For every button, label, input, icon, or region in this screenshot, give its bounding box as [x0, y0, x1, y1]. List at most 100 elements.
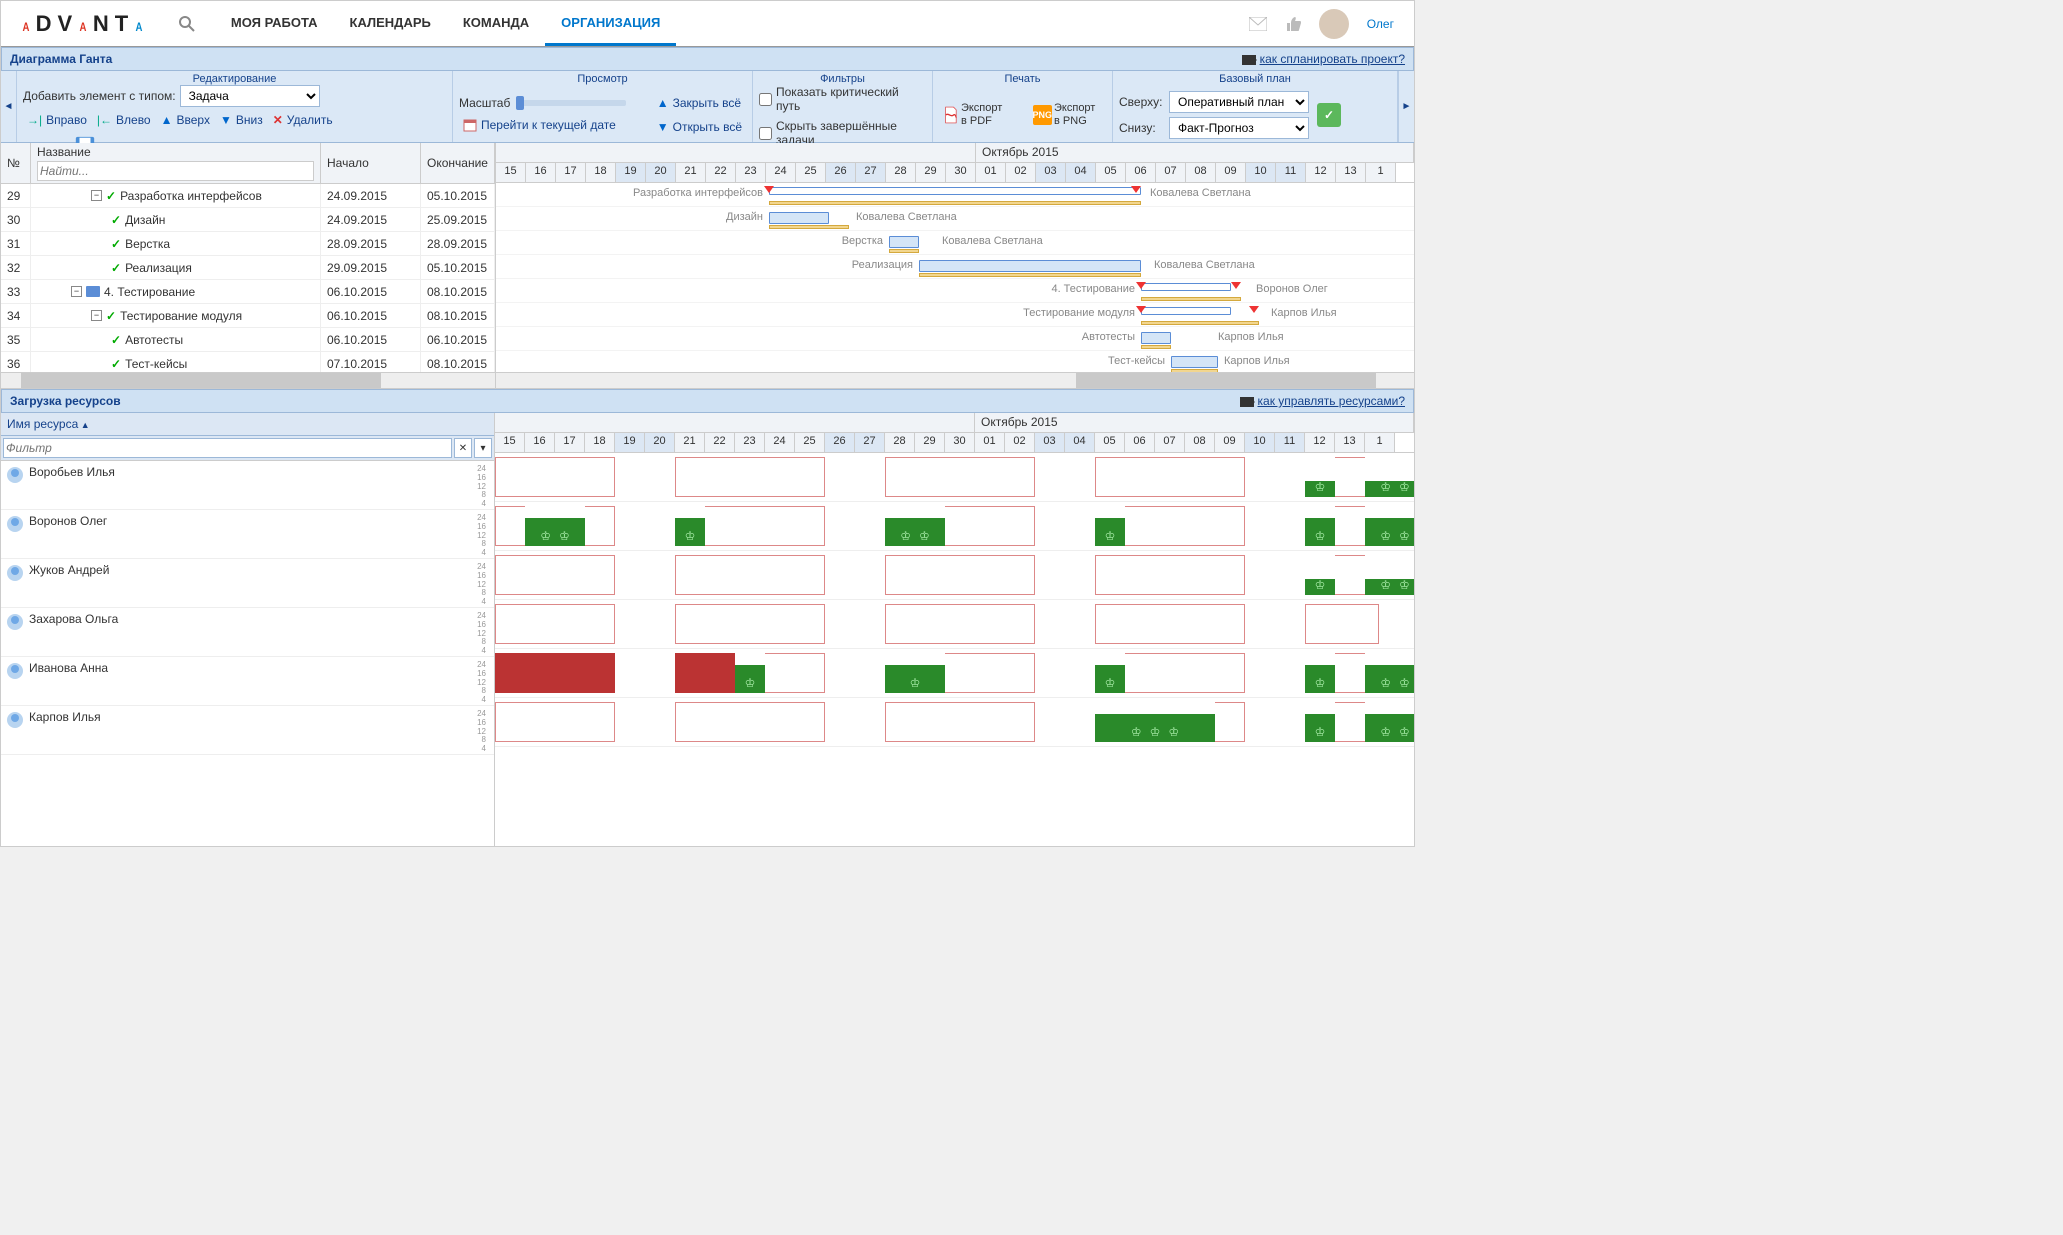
scale-slider[interactable] [516, 100, 626, 106]
export-pdf-button[interactable]: Экспорт в PDF [937, 99, 1016, 131]
main-nav: МОЯ РАБОТА КАЛЕНДАРЬ КОМАНДА ОРГАНИЗАЦИЯ [215, 1, 676, 46]
trophy-icon: ♔ [1305, 480, 1335, 494]
top-bar: ADVANTA МОЯ РАБОТА КАЛЕНДАРЬ КОМАНДА ОРГ… [1, 1, 1414, 47]
expand-all-button[interactable]: ▼Открыть всё [653, 118, 746, 136]
mail-icon[interactable] [1249, 17, 1267, 31]
search-icon[interactable] [179, 16, 195, 32]
gantt-bar[interactable] [769, 212, 829, 224]
collapse-all-button[interactable]: ▲Закрыть всё [653, 94, 746, 112]
resource-filter-input[interactable] [3, 438, 452, 458]
toggle-icon[interactable]: − [91, 190, 102, 201]
table-row[interactable]: 30✓Дизайн24.09.201525.09.2015 [1, 208, 495, 232]
resource-name-col[interactable]: Имя ресурса [1, 413, 494, 436]
username[interactable]: Олег [1367, 17, 1394, 31]
gantt-bar[interactable] [1141, 283, 1231, 291]
element-type-select[interactable]: Задача [180, 85, 320, 107]
video-icon [1242, 55, 1256, 65]
filter-dropdown-button[interactable]: ▾ [474, 438, 492, 458]
day-cell: 1 [1366, 163, 1396, 182]
baseline-top-select[interactable]: Оперативный план [1169, 91, 1309, 113]
gantt-bar[interactable] [889, 236, 919, 248]
baseline-apply-button[interactable]: ✓ [1317, 103, 1341, 127]
resource-row[interactable]: Карпов Илья24161284 [1, 706, 494, 755]
day-cell: 28 [886, 163, 916, 182]
day-cell: 17 [555, 433, 585, 452]
gantt-bar[interactable] [1171, 356, 1218, 368]
resource-load-bar: ♔ [885, 653, 945, 693]
resource-cell [675, 702, 825, 742]
resource-row[interactable]: Захарова Ольга24161284 [1, 608, 494, 657]
gantt-task-label: Верстка [496, 235, 883, 247]
gantt-bar[interactable] [1141, 307, 1231, 315]
critical-path-checkbox[interactable]: Показать критический путь [759, 85, 926, 113]
table-row[interactable]: 35✓Автотесты06.10.201506.10.2015 [1, 328, 495, 352]
delete-button[interactable]: ✕Удалить [269, 111, 337, 129]
resource-row[interactable]: Воробьев Илья24161284 [1, 461, 494, 510]
table-row[interactable]: 36✓Тест-кейсы07.10.201508.10.2015 [1, 352, 495, 372]
check-icon: ✓ [111, 333, 121, 347]
resource-load-bar: ♔ [1305, 653, 1335, 693]
move-down-button[interactable]: ▼Вниз [216, 111, 267, 129]
gantt-bar[interactable] [1141, 332, 1171, 344]
day-cell: 01 [975, 433, 1005, 452]
export-png-button[interactable]: PNG Экспорт в PNG [1027, 100, 1108, 128]
resource-load-bar: ♔ [1095, 653, 1125, 693]
trophy-icon: ♔ [1305, 676, 1335, 690]
like-icon[interactable] [1285, 16, 1301, 32]
indent-right-button[interactable]: →|Вправо [23, 111, 91, 129]
baseline-bottom-select[interactable]: Факт-Прогноз [1169, 117, 1309, 139]
nav-mywork[interactable]: МОЯ РАБОТА [215, 1, 334, 46]
trophy-icon: ♔ [675, 529, 705, 543]
gantt-assignee-label: Ковалева Светлана [856, 211, 957, 223]
resource-row[interactable]: Жуков Андрей24161284 [1, 559, 494, 608]
nav-calendar[interactable]: КАЛЕНДАРЬ [334, 1, 447, 46]
person-icon [7, 516, 23, 532]
day-cell: 07 [1156, 163, 1186, 182]
logo: ADVANTA [21, 11, 149, 37]
avatar[interactable] [1319, 9, 1349, 39]
indent-left-button[interactable]: |←Влево [93, 111, 155, 129]
day-cell: 12 [1305, 433, 1335, 452]
find-input[interactable] [37, 161, 314, 181]
ribbon-scroll-left[interactable]: ◄ [1, 71, 17, 142]
day-cell: 27 [855, 433, 885, 452]
col-name[interactable]: Название [31, 143, 321, 183]
resource-row[interactable]: Иванова Анна24161284 [1, 657, 494, 706]
goto-today-button[interactable]: Перейти к текущей дате [459, 116, 626, 134]
grid-hscroll[interactable] [1, 372, 495, 388]
gantt-bar[interactable] [919, 260, 1141, 272]
gantt-help-link[interactable]: как спланировать проект? [1260, 52, 1405, 66]
resource-row[interactable]: Воронов Олег24161284 [1, 510, 494, 559]
filter-clear-button[interactable]: ✕ [454, 438, 472, 458]
toggle-icon[interactable]: − [71, 286, 82, 297]
day-cell: 15 [496, 163, 526, 182]
gantt-marker-icon [1249, 306, 1259, 318]
resources-help-link[interactable]: как управлять ресурсами? [1258, 394, 1406, 408]
nav-organization[interactable]: ОРГАНИЗАЦИЯ [545, 1, 676, 46]
col-start[interactable]: Начало [321, 143, 421, 183]
resources-title-bar: Загрузка ресурсов как управлять ресурсам… [1, 389, 1414, 413]
check-icon: ✓ [111, 237, 121, 251]
trophy-icon: ♔♔ [1365, 676, 1414, 690]
gantt-bar[interactable] [769, 187, 1141, 195]
col-no[interactable]: № [1, 143, 31, 183]
col-end[interactable]: Окончание [421, 143, 495, 183]
move-up-button[interactable]: ▲Вверх [157, 111, 214, 129]
gantt-marker-icon [1136, 306, 1146, 318]
table-row[interactable]: 34−✓Тестирование модуля06.10.201508.10.2… [1, 304, 495, 328]
folder-icon [86, 286, 100, 297]
table-row[interactable]: 29−✓Разработка интерфейсов24.09.201505.1… [1, 184, 495, 208]
table-row[interactable]: 31✓Верстка28.09.201528.09.2015 [1, 232, 495, 256]
gantt-task-label: 4. Тестирование [496, 283, 1135, 295]
day-cell: 04 [1065, 433, 1095, 452]
trophy-icon: ♔ [735, 676, 765, 690]
gantt-baseline-bar [1141, 297, 1241, 301]
nav-team[interactable]: КОМАНДА [447, 1, 545, 46]
toggle-icon[interactable]: − [91, 310, 102, 321]
ribbon-scroll-right[interactable]: ► [1398, 71, 1414, 142]
scale-label: Масштаб [459, 96, 510, 110]
table-row[interactable]: 33−4. Тестирование06.10.201508.10.2015 [1, 280, 495, 304]
gantt-marker-icon [1231, 282, 1241, 294]
chart-hscroll[interactable] [496, 372, 1414, 388]
table-row[interactable]: 32✓Реализация29.09.201505.10.2015 [1, 256, 495, 280]
